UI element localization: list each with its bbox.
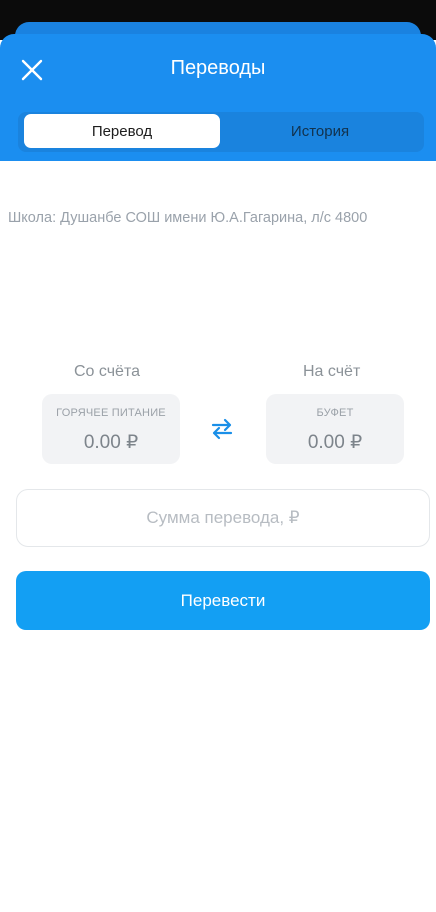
to-account-label: На счёт	[303, 363, 361, 380]
to-account-balance: 0.00 ₽	[307, 432, 363, 453]
transfer-submit-button[interactable]: Перевести	[16, 571, 430, 630]
from-account-label: Со счёта	[74, 363, 140, 380]
from-account-balance: 0.00 ₽	[83, 432, 139, 453]
tab-switcher: Перевод История	[18, 112, 424, 152]
from-account-name: ГОРЯЧЕЕ ПИТАНИЕ	[56, 407, 166, 419]
to-account-card[interactable]: БУФЕТ 0.00 ₽	[266, 394, 404, 464]
from-account-card[interactable]: ГОРЯЧЕЕ ПИТАНИЕ 0.00 ₽	[42, 394, 180, 464]
page-title: Переводы	[170, 57, 266, 79]
transfer-screen: Переводы Перевод История Школа: Душанбе …	[0, 0, 436, 912]
tab-transfer[interactable]: Перевод	[24, 114, 220, 148]
tab-history[interactable]: История	[222, 114, 418, 148]
transfer-amount-input[interactable]	[16, 489, 430, 547]
swap-arrows-icon	[211, 418, 233, 440]
swap-accounts-button[interactable]	[207, 414, 237, 444]
to-account-name: БУФЕТ	[316, 407, 354, 419]
header-bar: Переводы Перевод История	[0, 34, 436, 161]
school-info: Школа: Душанбе СОШ имени Ю.А.Гагарина, л…	[8, 210, 368, 226]
